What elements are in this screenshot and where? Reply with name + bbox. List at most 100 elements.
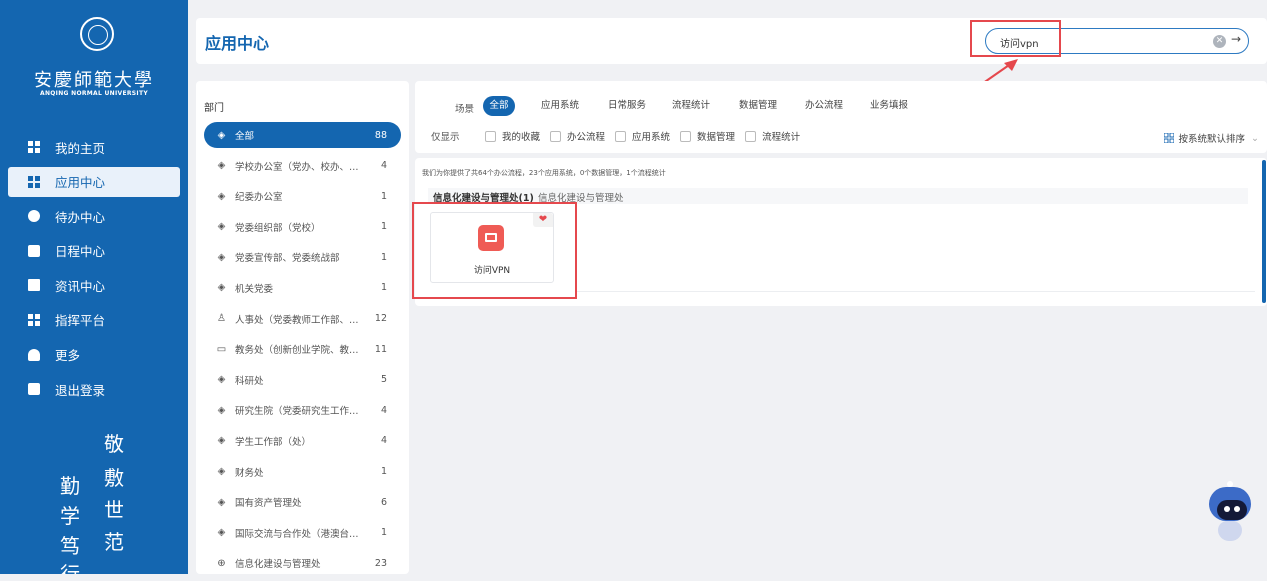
arrow-right-icon[interactable]: → bbox=[1231, 32, 1241, 46]
scrollbar[interactable] bbox=[1262, 160, 1266, 303]
checkbox-favorites[interactable]: 我的收藏 bbox=[485, 129, 540, 143]
scene-tab-process-stats[interactable]: 流程统计 bbox=[666, 96, 716, 116]
scene-tab-data-management[interactable]: 数据管理 bbox=[733, 96, 783, 116]
department-item[interactable]: ◈ 科研处 5 bbox=[204, 367, 401, 393]
sidebar-item-label: 待办中心 bbox=[55, 209, 106, 225]
checkbox-box[interactable] bbox=[485, 130, 496, 142]
filter-panel: 场景 全部 应用系统 日常服务 流程统计 数据管理 办公流程 业务填报 仅显示 … bbox=[415, 81, 1267, 153]
clear-icon[interactable]: ✕ bbox=[1213, 35, 1226, 48]
checkbox-box[interactable] bbox=[745, 130, 757, 142]
sidebar-item-label: 我的主页 bbox=[55, 140, 106, 156]
department-label: 党委组织部（党校） bbox=[235, 222, 321, 234]
layers-icon: ◈ bbox=[217, 466, 226, 478]
department-count: 12 bbox=[374, 313, 387, 325]
checkbox-label: 流程统计 bbox=[762, 132, 801, 143]
chevron-down-icon: ⌄ bbox=[1251, 132, 1259, 144]
sidebar-item-label: 日程中心 bbox=[55, 244, 106, 260]
sort-dropdown[interactable]: 按系统默认排序 ⌄ bbox=[1163, 131, 1259, 145]
department-item[interactable]: ◈ 党委宣传部、党委统战部 1 bbox=[204, 244, 401, 270]
department-count: 1 bbox=[380, 221, 387, 233]
scene-label: 场景 bbox=[455, 104, 475, 115]
department-item[interactable]: ◈ 全部 88 bbox=[204, 122, 401, 148]
motto-char: 勤 bbox=[60, 474, 80, 498]
sidebar-item-home[interactable]: 我的主页 bbox=[8, 132, 180, 162]
department-item[interactable]: ◈ 纪委办公室 1 bbox=[204, 183, 401, 209]
sidebar-item-todo[interactable]: 待办中心 bbox=[8, 201, 180, 231]
layers-icon: ◈ bbox=[217, 190, 226, 202]
layers-icon: ◈ bbox=[217, 496, 226, 508]
home-icon bbox=[28, 348, 40, 361]
checkbox-data-management[interactable]: 数据管理 bbox=[680, 129, 735, 143]
grid-icon bbox=[28, 141, 40, 153]
scene-tab-office-process[interactable]: 办公流程 bbox=[799, 96, 849, 116]
sidebar-item-label: 应用中心 bbox=[55, 175, 106, 191]
grid-icon bbox=[28, 175, 40, 188]
page-title: 应用中心 bbox=[205, 34, 270, 53]
layers-icon: ◈ bbox=[217, 435, 226, 447]
checkbox-box[interactable] bbox=[680, 130, 692, 142]
checkbox-label: 我的收藏 bbox=[502, 132, 541, 143]
checkbox-box[interactable] bbox=[615, 130, 627, 142]
checkbox-office-process[interactable]: 办公流程 bbox=[550, 129, 605, 143]
department-item[interactable]: ◈ 机关党委 1 bbox=[204, 275, 401, 301]
department-count: 1 bbox=[380, 190, 387, 202]
page-header: 应用中心 访问vpn ✕ → bbox=[196, 18, 1267, 64]
sidebar-item-command[interactable]: 指挥平台 bbox=[8, 305, 180, 335]
department-count: 1 bbox=[380, 527, 387, 539]
department-label: 机关党委 bbox=[235, 283, 274, 295]
checkbox-app-system[interactable]: 应用系统 bbox=[615, 129, 670, 143]
scene-tab-app-system[interactable]: 应用系统 bbox=[535, 96, 585, 116]
department-item[interactable]: ◈ 党委组织部（党校） 1 bbox=[204, 214, 401, 240]
department-label: 科研处 bbox=[235, 375, 264, 387]
sidebar-item-label: 更多 bbox=[55, 348, 81, 364]
sidebar-item-logout[interactable]: 退出登录 bbox=[8, 374, 180, 404]
sidebar-item-app-center[interactable]: 应用中心 bbox=[8, 166, 180, 197]
department-item[interactable]: ♙ 人事处（党委教师工作部、… 12 bbox=[204, 306, 401, 332]
layers-icon: ◈ bbox=[217, 221, 226, 233]
checkbox-process-stats[interactable]: 流程统计 bbox=[745, 129, 800, 143]
search-highlight-box bbox=[970, 20, 1061, 57]
department-item[interactable]: ⊕ 信息化建设与管理处 23 bbox=[204, 550, 401, 576]
department-label: 信息化建设与管理处 bbox=[235, 559, 321, 571]
sidebar-item-news[interactable]: 资讯中心 bbox=[8, 270, 180, 300]
department-title: 部门 bbox=[204, 103, 224, 114]
department-label: 人事处（党委教师工作部、… bbox=[235, 314, 359, 326]
person-icon: ♙ bbox=[217, 313, 226, 325]
department-label: 教务处（创新创业学院、教… bbox=[235, 345, 359, 357]
department-item[interactable]: ▭ 教务处（创新创业学院、教… 11 bbox=[204, 336, 401, 362]
checkbox-box[interactable] bbox=[550, 130, 562, 142]
department-list: ◈ 全部 88 ◈ 学校办公室（党办、校办、… 4 ◈ 纪委办公室 1 ◈ 党委组织部（党校）… bbox=[204, 122, 401, 581]
sidebar: 安慶師範大學 ANQING NORMAL UNIVERSITY 我的主页 应用中… bbox=[0, 0, 188, 574]
department-count: 4 bbox=[380, 435, 387, 447]
department-count: 1 bbox=[380, 251, 387, 263]
assistant-robot-button[interactable] bbox=[1207, 481, 1253, 543]
layers-icon: ◈ bbox=[217, 129, 226, 141]
scene-tab-business-report[interactable]: 业务填报 bbox=[864, 96, 914, 116]
department-count: 4 bbox=[380, 404, 387, 416]
scene-tab-daily-service[interactable]: 日常服务 bbox=[602, 96, 652, 116]
app-highlight-box bbox=[412, 202, 577, 299]
department-label: 国际交流与合作处（港澳台… bbox=[235, 528, 359, 540]
motto-char: 笃 bbox=[60, 534, 80, 558]
checkbox-label: 应用系统 bbox=[632, 132, 671, 143]
department-item[interactable]: ◈ 学生工作部（处） 4 bbox=[204, 428, 401, 454]
department-item[interactable]: ◈ 国际交流与合作处（港澳台… 1 bbox=[204, 520, 401, 546]
layers-icon: ◈ bbox=[217, 160, 226, 172]
sidebar-item-label: 指挥平台 bbox=[55, 313, 106, 329]
department-label: 全部 bbox=[235, 131, 255, 142]
motto-char: 世 bbox=[104, 498, 124, 522]
sidebar-item-more[interactable]: 更多 bbox=[8, 340, 180, 370]
department-count: 1 bbox=[380, 282, 387, 294]
department-label: 财务处 bbox=[235, 467, 264, 479]
department-item[interactable]: ◈ 财务处 1 bbox=[204, 459, 401, 485]
department-item[interactable]: ◈ 学校办公室（党办、校办、… 4 bbox=[204, 153, 401, 179]
sidebar-item-schedule[interactable]: 日程中心 bbox=[8, 236, 180, 266]
department-label: 党委宣传部、党委统战部 bbox=[235, 253, 340, 265]
department-label: 国有资产管理处 bbox=[235, 498, 302, 510]
checkbox-label: 办公流程 bbox=[567, 132, 606, 143]
department-item[interactable]: ◈ 国有资产管理处 6 bbox=[204, 489, 401, 515]
robot-body bbox=[1218, 521, 1242, 541]
department-item[interactable]: ◈ 研究生院（党委研究生工作… 4 bbox=[204, 397, 401, 423]
department-count: 23 bbox=[374, 557, 387, 569]
scene-tab-all[interactable]: 全部 bbox=[483, 96, 515, 116]
